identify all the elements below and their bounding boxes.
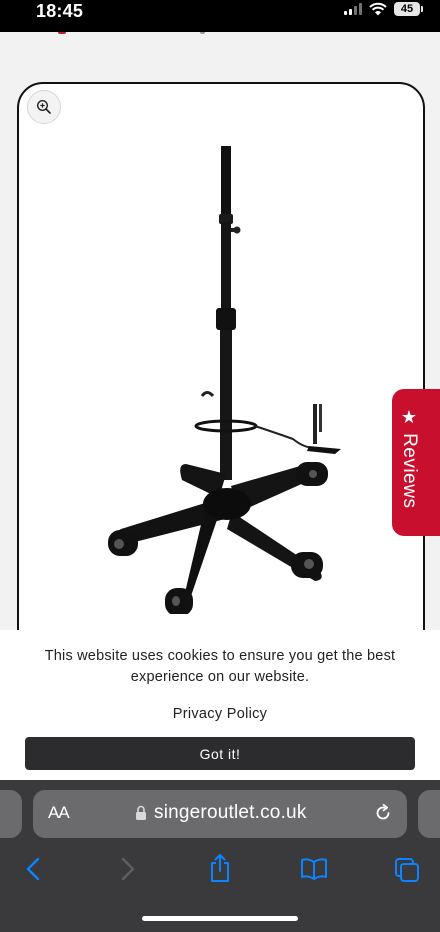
address-bar-area: AA singeroutlet.co.uk: [0, 780, 440, 840]
star-icon: ★: [400, 407, 418, 428]
lock-icon: [136, 805, 146, 820]
reviews-tab[interactable]: ★ Reviews: [392, 389, 440, 536]
wifi-icon: [368, 2, 388, 16]
status-icons: 45: [344, 0, 423, 18]
cookie-banner: This website uses cookies to ensure you …: [0, 630, 440, 780]
url-text: singeroutlet.co.uk: [154, 802, 307, 823]
home-indicator: [142, 916, 298, 921]
reviews-label: Reviews: [399, 433, 420, 509]
cookie-message: This website uses cookies to ensure you …: [44, 648, 396, 685]
reload-icon[interactable]: [373, 803, 393, 823]
bookmarks-icon[interactable]: [299, 856, 329, 882]
previous-section-edge: [0, 32, 440, 38]
status-bar: 18:45 45: [0, 0, 440, 32]
zoom-in-icon: [36, 99, 51, 114]
forward-icon[interactable]: [119, 856, 137, 882]
tabs-icon[interactable]: [393, 856, 421, 884]
privacy-policy-link[interactable]: Privacy Policy: [0, 706, 440, 722]
status-time: 18:45: [36, 1, 84, 21]
product-image[interactable]: [79, 134, 379, 614]
cellular-signal-icon: [344, 3, 362, 15]
address-field[interactable]: AA singeroutlet.co.uk: [33, 790, 407, 838]
battery-icon: 45: [394, 2, 423, 16]
page-settings-button[interactable]: AA: [48, 803, 70, 823]
share-icon[interactable]: [207, 852, 233, 884]
text-size-label: AA: [48, 803, 70, 822]
accept-cookies-button[interactable]: Got it!: [25, 737, 415, 770]
browser-toolbar: [0, 840, 440, 932]
zoom-button[interactable]: [27, 90, 61, 124]
web-page: ★ Reviews This website uses cookies to e…: [0, 32, 440, 780]
previous-tab-peek[interactable]: [0, 790, 22, 838]
back-icon[interactable]: [24, 856, 42, 882]
next-tab-peek[interactable]: [418, 790, 440, 838]
reviews-tab-content: ★ Reviews: [398, 407, 420, 509]
